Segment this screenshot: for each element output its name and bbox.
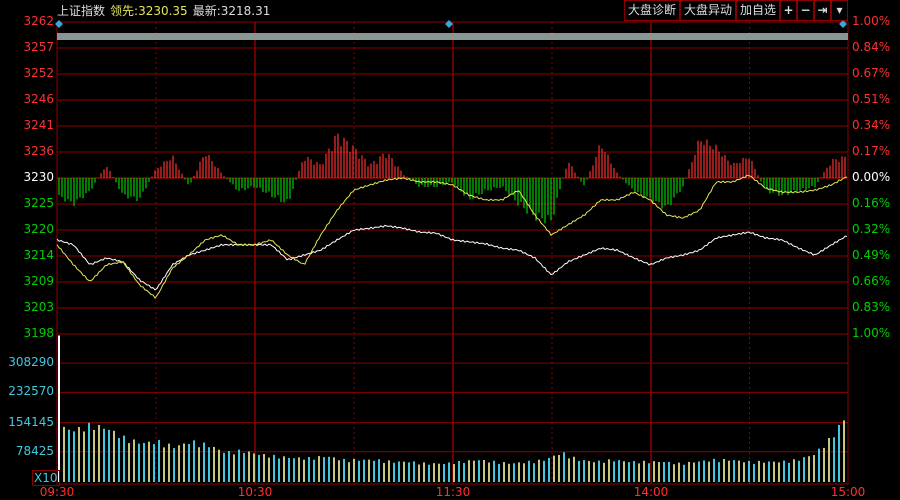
- percent-tick-label: 0.16%: [852, 196, 891, 210]
- price-tick-label: 3214: [23, 248, 54, 262]
- toolbar: 大盘诊断 大盘异动 加自选 + − ⇥ ▾: [623, 0, 848, 21]
- percent-tick-label: 0.00%: [852, 170, 891, 184]
- menu-dropdown-icon[interactable]: ▾: [831, 0, 848, 21]
- index-name: 上证指数: [57, 4, 106, 18]
- leading-value: 3230.35: [138, 4, 188, 18]
- scroll-marker-icon: [445, 20, 453, 28]
- percent-tick-label: 1.00%: [852, 14, 891, 28]
- latest-label: 最新:: [192, 4, 221, 18]
- price-tick-label: 3241: [23, 118, 54, 132]
- volume-tick-label: 232570: [8, 384, 54, 399]
- percent-tick-label: 0.32%: [852, 222, 891, 236]
- price-tick-label: 3203: [23, 300, 54, 314]
- percent-tick-label: 1.00%: [852, 326, 891, 340]
- price-tick-label: 3209: [23, 274, 54, 288]
- intraday-chart[interactable]: [0, 0, 900, 500]
- leading-label: 领先:: [110, 4, 139, 18]
- volume-tick-label: 154145: [8, 414, 54, 429]
- price-tick-label: 3246: [23, 92, 54, 106]
- time-tick-label: 15:00: [830, 485, 866, 499]
- volume-multiplier: X10: [32, 470, 60, 486]
- percent-tick-label: 0.67%: [852, 66, 891, 80]
- latest-value: 3218.31: [220, 4, 271, 18]
- market-diagnosis-button[interactable]: 大盘诊断: [623, 0, 680, 21]
- price-tick-label: 3220: [23, 222, 54, 236]
- time-tick-label: 09:30: [39, 485, 75, 499]
- time-scrollbar: [57, 33, 848, 40]
- volume-tick-label: 78425: [15, 443, 54, 458]
- time-tick-label: 10:30: [237, 485, 273, 499]
- price-tick-label: 3230: [23, 170, 54, 184]
- price-tick-label: 3236: [23, 144, 54, 158]
- scroll-marker-icon: [839, 20, 847, 28]
- latest-price-line: [56, 224, 848, 291]
- percent-tick-label: 0.66%: [852, 274, 891, 288]
- volume-tick-label: 308290: [8, 355, 54, 370]
- price-tick-label: 3198: [23, 326, 54, 340]
- add-watchlist-button[interactable]: 加自选: [735, 0, 780, 21]
- percent-tick-label: 0.17%: [852, 144, 891, 158]
- price-tick-label: 3252: [23, 66, 54, 80]
- market-movement-button[interactable]: 大盘异动: [679, 0, 736, 21]
- percent-tick-label: 0.49%: [852, 248, 891, 262]
- scroll-marker-icon: [55, 20, 63, 28]
- price-tick-label: 3225: [23, 196, 54, 210]
- percent-tick-label: 0.34%: [852, 118, 891, 132]
- time-tick-label: 11:30: [435, 485, 471, 499]
- percent-tick-label: 0.84%: [852, 40, 891, 54]
- leading-index-line: [56, 174, 848, 299]
- chart-header: 上证指数 领先:3230.35 最新:3218.31: [57, 2, 275, 20]
- zoom-out-icon[interactable]: −: [797, 0, 814, 21]
- price-tick-label: 3262: [23, 14, 54, 28]
- time-tick-label: 14:00: [633, 485, 669, 499]
- price-tick-label: 3257: [23, 40, 54, 54]
- jump-end-icon[interactable]: ⇥: [814, 0, 831, 21]
- zoom-in-icon[interactable]: +: [780, 0, 797, 21]
- percent-tick-label: 0.51%: [852, 92, 891, 106]
- percent-tick-label: 0.83%: [852, 300, 891, 314]
